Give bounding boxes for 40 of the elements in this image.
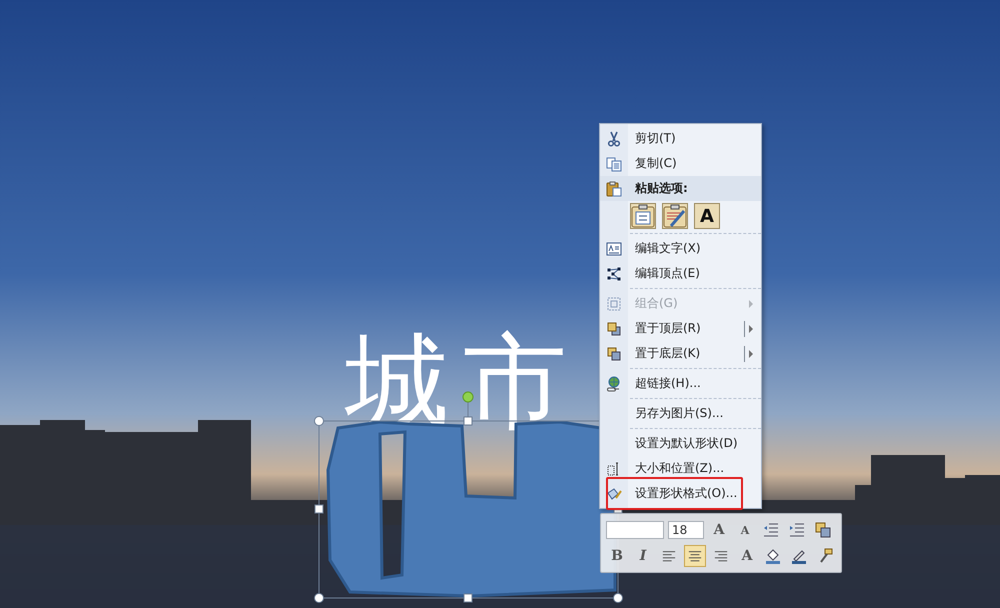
menu-item[interactable]: 编辑文字(X)	[600, 236, 761, 261]
paste-icon	[606, 180, 622, 196]
menu-item[interactable]: 超链接(H)...	[600, 371, 761, 396]
align-center-icon	[688, 550, 702, 562]
font-color-button[interactable]: A	[736, 545, 758, 567]
bring-to-front-icon	[606, 320, 622, 336]
submenu-arrow-icon	[749, 300, 753, 308]
edit-points-icon	[606, 266, 622, 282]
menu-item[interactable]: 编辑顶点(E)	[600, 261, 761, 286]
align-left-icon	[662, 550, 676, 562]
font-name-field[interactable]	[606, 521, 664, 539]
format-shape-icon	[606, 486, 622, 502]
scissors-icon	[606, 130, 622, 146]
paste-destination-theme-button[interactable]	[662, 203, 688, 229]
grow-font-button[interactable]: A	[708, 519, 730, 541]
group-icon	[606, 296, 622, 312]
menu-item[interactable]: 置于底层(K)	[600, 341, 761, 366]
bold-button[interactable]: B	[606, 545, 628, 567]
section-header: 粘贴选项:	[634, 180, 689, 197]
align-center-button[interactable]	[684, 545, 706, 567]
send-to-back-icon	[606, 346, 622, 362]
align-right-icon	[714, 550, 728, 562]
copy-icon	[606, 156, 622, 172]
menu-item[interactable]: 复制(C)	[600, 151, 761, 176]
submenu-arrow-icon	[749, 350, 753, 358]
text-box-icon	[606, 240, 622, 256]
menu-item[interactable]: 大小和位置(Z)...	[600, 456, 761, 481]
slide-title: 城市	[345, 330, 581, 434]
menu-item[interactable]: 剪切(T)	[600, 126, 761, 151]
menu-item[interactable]: 置于顶层(R)	[600, 316, 761, 341]
menu-item[interactable]: 设置形状格式(O)...	[600, 481, 761, 506]
menu-item[interactable]: 另存为图片(S)...	[600, 401, 761, 426]
shrink-font-button[interactable]: A	[734, 519, 756, 541]
submenu-arrow-icon	[749, 324, 753, 332]
italic-button[interactable]: I	[632, 545, 654, 567]
paste-keep-format-button[interactable]	[630, 203, 656, 229]
globe-link-icon	[606, 376, 622, 392]
paste-text-only-button[interactable]: A	[694, 203, 720, 229]
menu-item[interactable]: 设置为默认形状(D)	[600, 431, 761, 456]
font-size-field[interactable]: 18	[668, 521, 704, 539]
